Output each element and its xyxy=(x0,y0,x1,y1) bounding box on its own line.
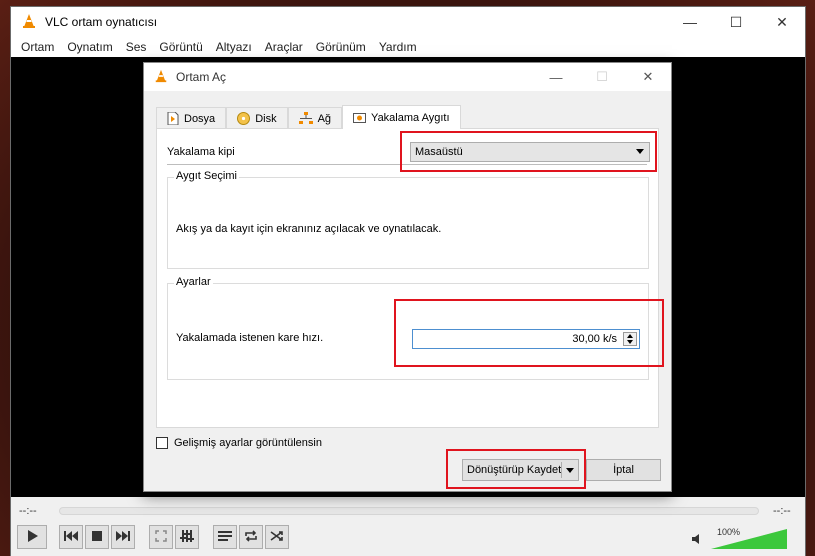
device-group-title: Aygıt Seçimi xyxy=(174,170,239,182)
vlc-cone-icon xyxy=(154,69,168,86)
tab-disk[interactable]: Disk xyxy=(226,107,288,129)
time-remaining: --:-- xyxy=(773,505,791,517)
open-media-dialog: Ortam Aç — ☐ ✕ Dosya Disk Ağ Yakalama Ay… xyxy=(143,62,672,492)
equalizer-icon xyxy=(180,529,194,545)
volume-slider[interactable] xyxy=(711,527,787,549)
dialog-titlebar: Ortam Aç — ☐ ✕ xyxy=(144,63,671,91)
fullscreen-icon xyxy=(155,529,167,545)
previous-button[interactable] xyxy=(59,525,83,549)
tab-dosya[interactable]: Dosya xyxy=(156,107,227,129)
stop-button[interactable] xyxy=(85,525,109,549)
next-button[interactable] xyxy=(111,525,135,549)
volume-fill xyxy=(711,529,787,549)
shuffle-button[interactable] xyxy=(265,525,289,549)
dialog-title: Ortam Aç xyxy=(176,70,227,84)
capture-mode-label: Yakalama kipi xyxy=(167,146,235,158)
close-button[interactable]: ✕ xyxy=(759,7,805,37)
menu-yardim[interactable]: Yardım xyxy=(379,40,417,54)
frame-rate-label: Yakalamada istenen kare hızı. xyxy=(176,332,324,344)
highlight-capture-mode xyxy=(400,131,657,172)
vlc-cone-icon xyxy=(21,13,37,32)
minimize-button[interactable]: — xyxy=(667,7,713,37)
capture-panel: Yakalama kipi Masaüstü Aygıt Seçimi Akış… xyxy=(156,128,659,428)
play-button[interactable] xyxy=(17,525,47,549)
device-selection-group: Aygıt Seçimi Akış ya da kayıt için ekran… xyxy=(167,170,649,269)
tab-ag[interactable]: Ağ xyxy=(287,107,343,129)
control-bar: --:-- --:-- 100% xyxy=(11,497,805,556)
menu-araclar[interactable]: Araçlar xyxy=(265,40,303,54)
dialog-close-button[interactable]: ✕ xyxy=(625,63,671,91)
seek-bar[interactable] xyxy=(59,507,759,515)
playlist-icon xyxy=(218,530,232,545)
tab-yakalama-aygiti[interactable]: Yakalama Aygıtı xyxy=(342,105,461,129)
window-title: VLC ortam oynatıcısı xyxy=(45,15,158,29)
file-icon xyxy=(167,112,179,125)
highlight-convert-button xyxy=(446,449,586,489)
advanced-options-label: Gelişmiş ayarlar görüntülensin xyxy=(174,437,322,449)
advanced-options-checkbox[interactable]: Gelişmiş ayarlar görüntülensin xyxy=(156,437,322,449)
menu-ses[interactable]: Ses xyxy=(126,40,147,54)
menu-gorunum[interactable]: Görünüm xyxy=(316,40,366,54)
tab-bar: Dosya Disk Ağ Yakalama Aygıtı xyxy=(156,105,461,129)
menu-ortam[interactable]: Ortam xyxy=(21,40,54,54)
loop-icon xyxy=(244,529,258,545)
previous-icon xyxy=(64,530,78,544)
options-group-title: Ayarlar xyxy=(174,276,213,288)
menu-goruntu[interactable]: Görüntü xyxy=(159,40,202,54)
time-elapsed: --:-- xyxy=(19,505,37,517)
vlc-titlebar: VLC ortam oynatıcısı — ☐ ✕ xyxy=(11,7,805,37)
highlight-frame-rate xyxy=(394,299,664,367)
cancel-button[interactable]: İptal xyxy=(586,459,661,481)
loop-button[interactable] xyxy=(239,525,263,549)
next-icon xyxy=(116,530,130,544)
disc-icon xyxy=(237,112,251,125)
capture-icon xyxy=(353,111,367,124)
menu-altyazi[interactable]: Altyazı xyxy=(216,40,252,54)
device-info-text: Akış ya da kayıt için ekranınız açılacak… xyxy=(176,223,442,235)
checkbox-box[interactable] xyxy=(156,437,168,449)
fullscreen-button[interactable] xyxy=(149,525,173,549)
extended-settings-button[interactable] xyxy=(175,525,199,549)
speaker-icon[interactable] xyxy=(691,533,703,548)
dialog-maximize-button: ☐ xyxy=(596,69,608,84)
stop-icon xyxy=(92,530,102,544)
dialog-minimize-button[interactable]: — xyxy=(533,63,579,91)
maximize-button[interactable]: ☐ xyxy=(713,7,759,37)
menu-oynatim[interactable]: Oynatım xyxy=(67,40,112,54)
play-icon xyxy=(25,529,39,546)
playlist-button[interactable] xyxy=(213,525,237,549)
menu-bar: Ortam Oynatım Ses Görüntü Altyazı Araçla… xyxy=(11,37,805,57)
network-icon xyxy=(298,112,313,125)
shuffle-icon xyxy=(270,530,284,545)
